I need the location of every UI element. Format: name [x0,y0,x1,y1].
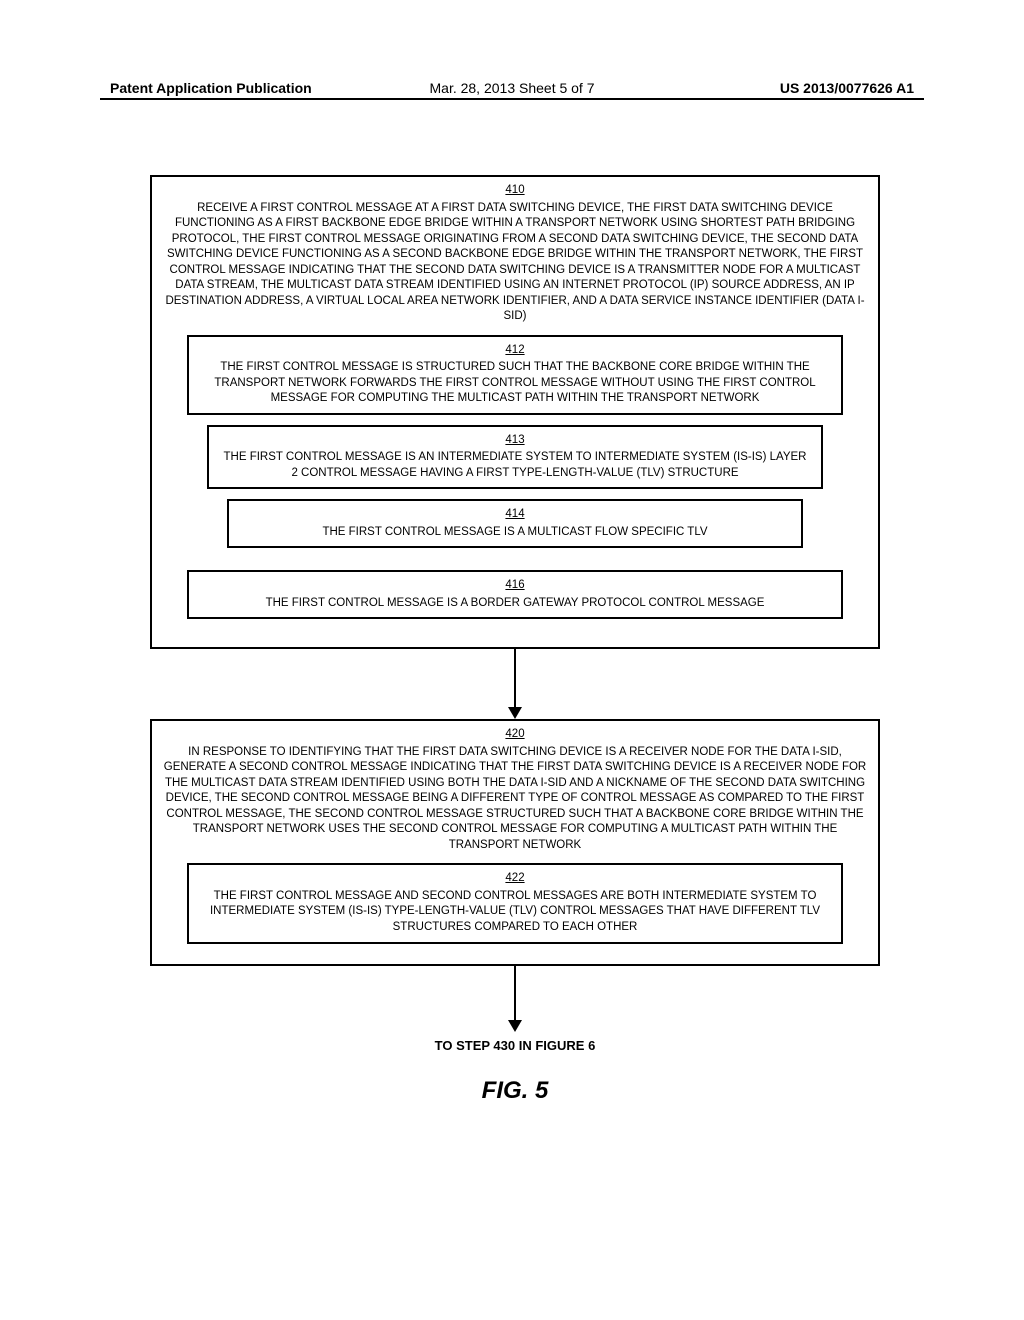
step-420: 420 IN RESPONSE TO IDENTIFYING THAT THE … [150,719,880,965]
step-413: 413 THE FIRST CONTROL MESSAGE IS AN INTE… [207,425,823,490]
step-414-ref: 414 [239,507,791,523]
step-420-text: IN RESPONSE TO IDENTIFYING THAT THE FIRS… [164,746,866,851]
step-412: 412 THE FIRST CONTROL MESSAGE IS STRUCTU… [187,335,843,415]
arrow-410-to-420 [150,649,880,719]
step-422-text: THE FIRST CONTROL MESSAGE AND SECOND CON… [210,890,820,933]
step-416-text: THE FIRST CONTROL MESSAGE IS A BORDER GA… [266,597,765,609]
offpage-connector-label: TO STEP 430 IN FIGURE 6 [150,1038,880,1053]
header-left: Patent Application Publication [110,80,312,96]
step-414: 414 THE FIRST CONTROL MESSAGE IS A MULTI… [227,499,803,548]
step-422: 422 THE FIRST CONTROL MESSAGE AND SECOND… [187,863,843,943]
header-rule [100,98,924,100]
header-right: US 2013/0077626 A1 [780,80,914,96]
header-center: Mar. 28, 2013 Sheet 5 of 7 [429,80,594,96]
arrow-420-to-offpage [150,966,880,1032]
step-413-text: THE FIRST CONTROL MESSAGE IS AN INTERMED… [224,451,807,479]
step-416: 416 THE FIRST CONTROL MESSAGE IS A BORDE… [187,570,843,619]
step-422-ref: 422 [199,871,831,887]
page-header: Patent Application Publication Mar. 28, … [110,80,914,96]
step-413-ref: 413 [219,433,811,449]
step-410: 410 RECEIVE A FIRST CONTROL MESSAGE AT A… [150,175,880,649]
step-414-text: THE FIRST CONTROL MESSAGE IS A MULTICAST… [322,526,707,538]
step-416-ref: 416 [199,578,831,594]
step-410-ref: 410 [162,183,868,199]
flowchart: 410 RECEIVE A FIRST CONTROL MESSAGE AT A… [150,175,880,1105]
figure-caption: FIG. 5 [150,1077,880,1105]
step-410-text: RECEIVE A FIRST CONTROL MESSAGE AT A FIR… [165,202,864,323]
step-412-text: THE FIRST CONTROL MESSAGE IS STRUCTURED … [214,361,815,404]
step-412-ref: 412 [199,343,831,359]
step-420-ref: 420 [162,727,868,743]
